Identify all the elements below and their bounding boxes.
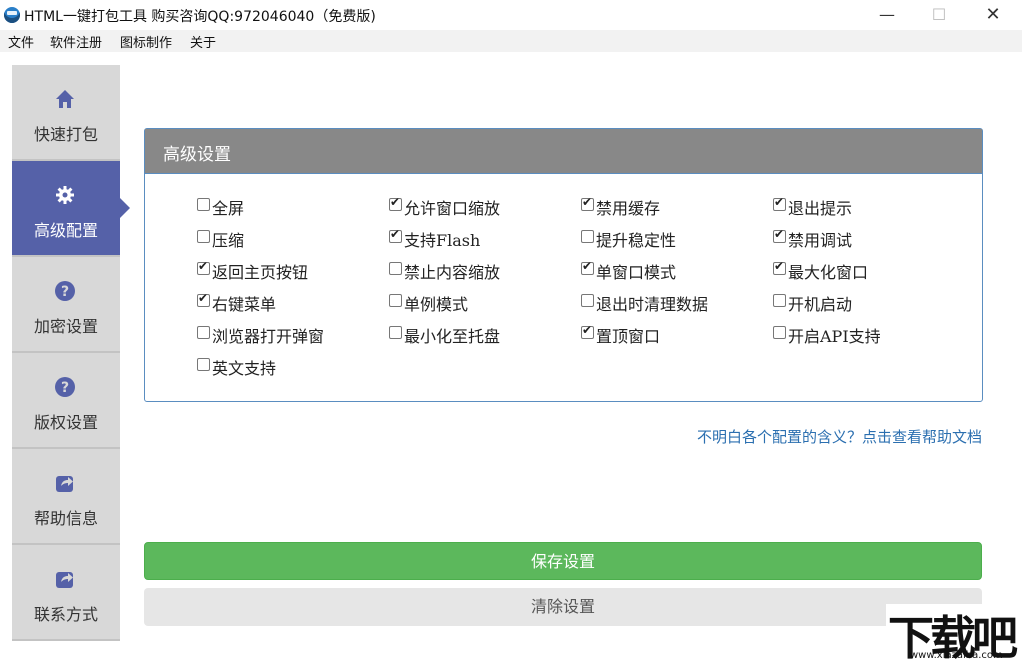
option-label: 返回主页按钮 xyxy=(212,259,308,283)
checkbox-unchecked[interactable] xyxy=(389,326,402,339)
sidebar-item-label: 快速打包 xyxy=(12,121,120,145)
option-label: 浏览器打开弹窗 xyxy=(212,323,324,347)
option-label: 退出提示 xyxy=(788,195,852,219)
maximize-button[interactable]: ☐ xyxy=(916,0,962,30)
option-label: 单例模式 xyxy=(404,291,468,315)
svg-text:?: ? xyxy=(61,380,69,396)
checkbox-checked[interactable] xyxy=(773,230,786,243)
checkbox-checked[interactable] xyxy=(581,198,594,211)
option-label: 置顶窗口 xyxy=(596,323,660,347)
checkbox-unchecked[interactable] xyxy=(581,294,594,307)
sidebar-item-label: 高级配置 xyxy=(12,217,120,241)
checkbox-checked[interactable] xyxy=(389,198,402,211)
option-label: 右键菜单 xyxy=(212,291,276,315)
sidebar-item-label: 帮助信息 xyxy=(12,505,120,529)
checkbox-checked[interactable] xyxy=(581,326,594,339)
question-circle-icon: ? xyxy=(54,376,76,398)
close-button[interactable]: ✕ xyxy=(970,0,1016,30)
checkbox-unchecked[interactable] xyxy=(197,326,210,339)
checkbox-unchecked[interactable] xyxy=(197,198,210,211)
checkbox-unchecked[interactable] xyxy=(389,262,402,275)
gear-icon xyxy=(54,184,76,206)
option-label: 最小化至托盘 xyxy=(404,323,500,347)
option-label: 英文支持 xyxy=(212,355,276,379)
option-label: 支持Flash xyxy=(404,227,480,251)
help-docs-link[interactable]: 不明白各个配置的含义？点击查看帮助文档 xyxy=(697,426,982,447)
checkbox-unchecked[interactable] xyxy=(581,230,594,243)
sidebar-item-advanced-config[interactable]: 高级配置 xyxy=(12,161,120,257)
sidebar: 快速打包 高级配置 ? 加密设置 ? 版权设置 帮助信息 xyxy=(12,65,120,637)
advanced-settings-panel: 高级设置 全屏 允许窗口缩放 禁用缓存 退出提示压缩 支持Flash 提升稳定性 禁用调试返… xyxy=(144,128,983,402)
share-icon xyxy=(54,472,76,494)
window-title: HTML一键打包工具 购买咨询QQ:972046040（免费版) xyxy=(24,6,376,26)
watermark-logo: 下载吧 www.xiazaiba.com xyxy=(886,604,1020,662)
checkbox-checked[interactable] xyxy=(197,294,210,307)
share-icon xyxy=(54,568,76,590)
option-label: 单窗口模式 xyxy=(596,259,676,283)
sidebar-item-label: 加密设置 xyxy=(12,313,120,337)
option-label: 禁止内容缩放 xyxy=(404,259,500,283)
option-label: 退出时清理数据 xyxy=(596,291,708,315)
option-label: 禁用调试 xyxy=(788,227,852,251)
option-label: 允许窗口缩放 xyxy=(404,195,500,219)
checkbox-unchecked[interactable] xyxy=(197,230,210,243)
option-label: 开启API支持 xyxy=(788,323,881,347)
checkbox-checked[interactable] xyxy=(197,262,210,275)
menu-register[interactable]: 软件注册 xyxy=(50,32,102,51)
app-icon xyxy=(4,7,20,23)
sidebar-item-contact[interactable]: 联系方式 xyxy=(12,545,120,641)
watermark-url: www.xiazaiba.com xyxy=(910,650,1003,661)
checkbox-checked[interactable] xyxy=(389,230,402,243)
title-bar: HTML一键打包工具 购买咨询QQ:972046040（免费版) — ☐ ✕ xyxy=(0,0,1022,30)
option-label: 禁用缓存 xyxy=(596,195,660,219)
sidebar-item-quick-pack[interactable]: 快速打包 xyxy=(12,65,120,161)
checkbox-unchecked[interactable] xyxy=(773,294,786,307)
checkbox-checked[interactable] xyxy=(581,262,594,275)
home-icon xyxy=(54,88,76,110)
checkbox-unchecked[interactable] xyxy=(389,294,402,307)
option-label: 最大化窗口 xyxy=(788,259,868,283)
sidebar-item-label: 联系方式 xyxy=(12,601,120,625)
question-circle-icon: ? xyxy=(54,280,76,302)
menu-about[interactable]: 关于 xyxy=(190,32,216,51)
save-settings-button[interactable]: 保存设置 xyxy=(144,542,982,580)
menu-icon-make[interactable]: 图标制作 xyxy=(120,32,172,51)
sidebar-item-help[interactable]: 帮助信息 xyxy=(12,449,120,545)
svg-text:?: ? xyxy=(61,284,69,300)
sidebar-item-encryption[interactable]: ? 加密设置 xyxy=(12,257,120,353)
sidebar-item-label: 版权设置 xyxy=(12,409,120,433)
panel-title: 高级设置 xyxy=(163,140,231,165)
checkbox-checked[interactable] xyxy=(773,262,786,275)
checkbox-checked[interactable] xyxy=(773,198,786,211)
checkbox-unchecked[interactable] xyxy=(773,326,786,339)
sidebar-item-copyright[interactable]: ? 版权设置 xyxy=(12,353,120,449)
checkbox-unchecked[interactable] xyxy=(197,358,210,371)
panel-header: 高级设置 xyxy=(145,129,982,174)
option-label: 开机启动 xyxy=(788,291,852,315)
option-label: 压缩 xyxy=(212,227,244,251)
minimize-button[interactable]: — xyxy=(864,0,910,30)
option-label: 提升稳定性 xyxy=(596,227,676,251)
option-label: 全屏 xyxy=(212,195,244,219)
clear-settings-button[interactable]: 清除设置 xyxy=(144,588,982,626)
menu-file[interactable]: 文件 xyxy=(8,32,34,51)
menu-bar: 文件 软件注册 图标制作 关于 xyxy=(0,30,1022,52)
